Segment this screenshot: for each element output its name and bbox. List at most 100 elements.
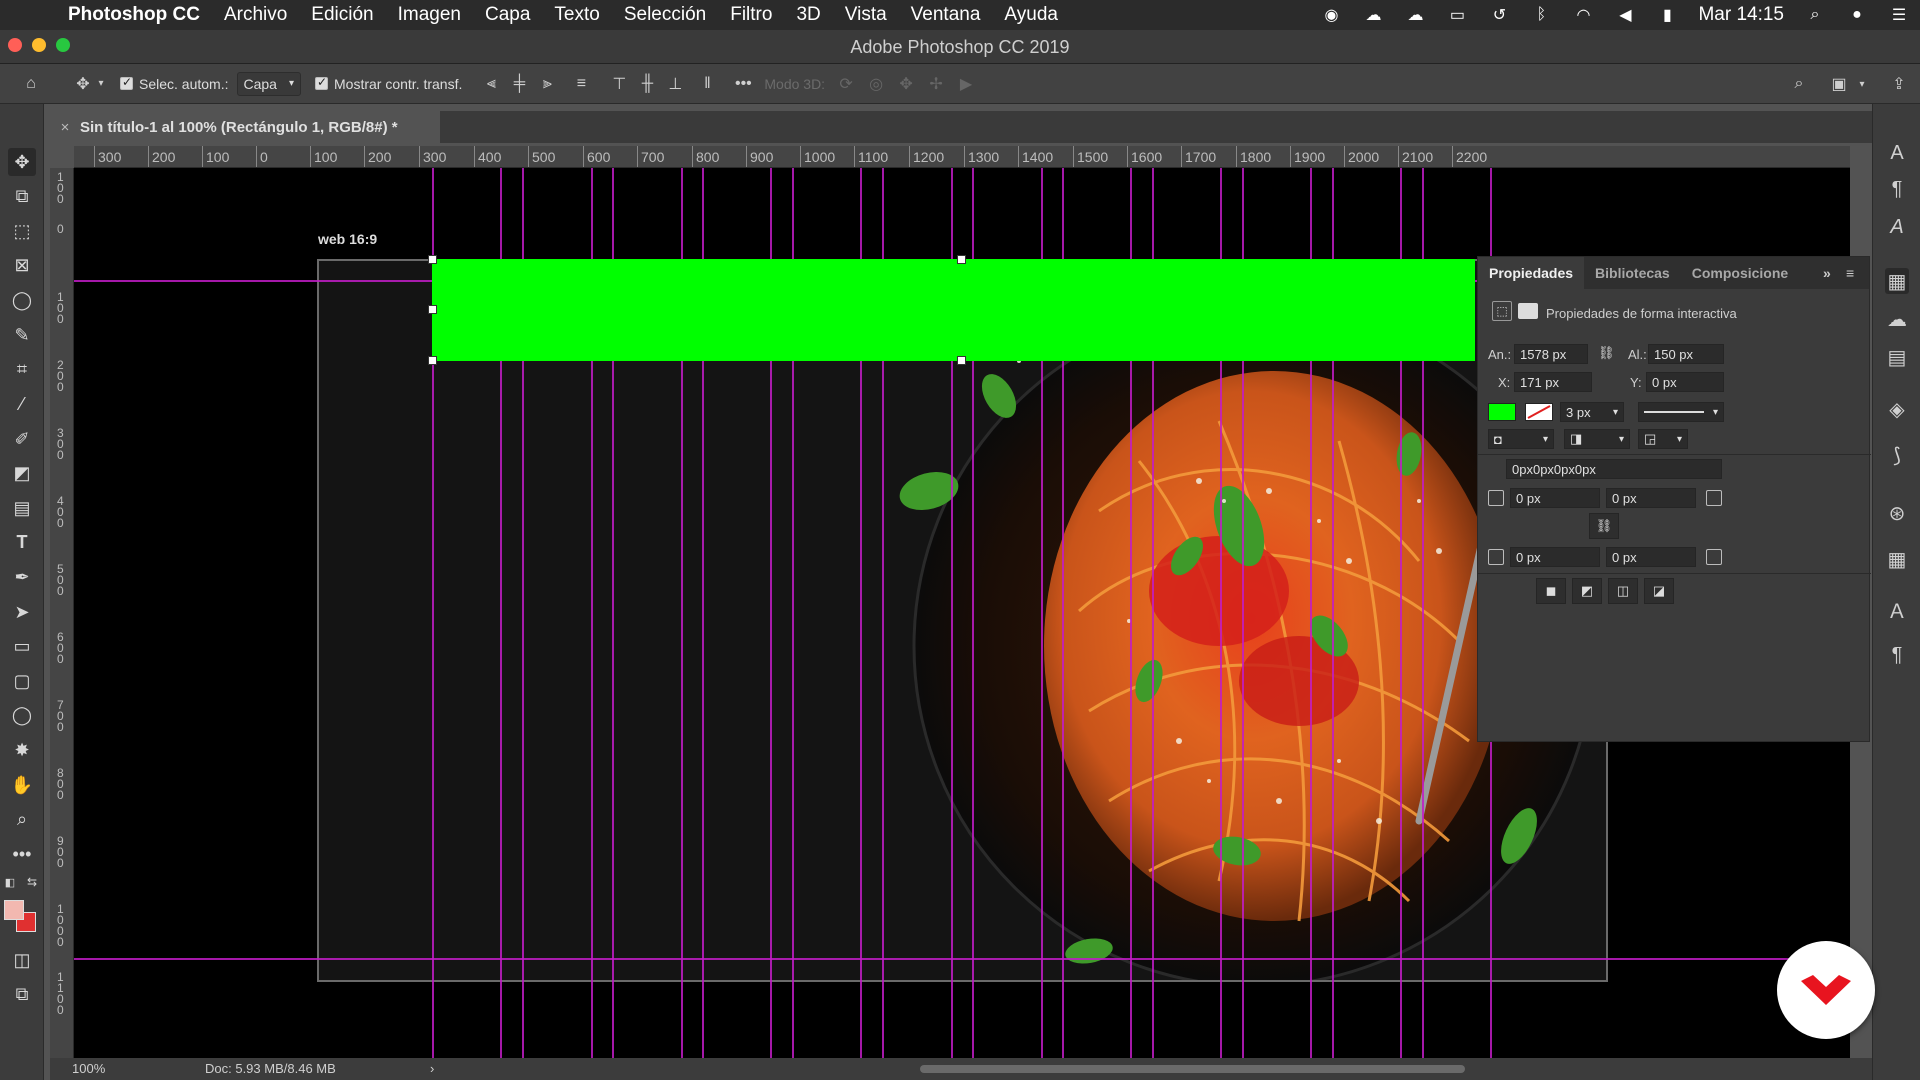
fill-color-swatch[interactable] (1488, 403, 1516, 421)
default-colors-icon[interactable]: ◧ (2, 874, 18, 890)
rectangle-tool-icon[interactable]: ▭ (8, 632, 36, 660)
link-icon[interactable]: ⛓ (1598, 345, 1615, 361)
chevron-down-icon[interactable]: ▾ (1856, 73, 1868, 95)
horizontal-guide[interactable] (74, 958, 1850, 960)
menu-ayuda[interactable]: Ayuda (992, 4, 1070, 26)
transform-handle[interactable] (428, 305, 437, 314)
corner-top-right-field[interactable]: 0 px (1606, 488, 1696, 508)
corner-radii-summary[interactable]: 0px0px0px0px (1506, 459, 1722, 479)
properties-panel-icon[interactable]: ▦ (1885, 268, 1909, 294)
layers-panel-icon[interactable]: ◈ (1885, 396, 1909, 422)
status-arrow-icon[interactable]: › (430, 1061, 434, 1076)
menubar-clock[interactable]: Mar 14:15 (1698, 4, 1784, 26)
zoom-level[interactable]: 100% (72, 1061, 105, 1076)
document-tab[interactable]: × Sin título-1 al 100% (Rectángulo 1, RG… (50, 111, 440, 143)
creative-cloud-icon[interactable]: ☁ (1362, 7, 1384, 24)
paragraph-panel-icon[interactable]: ¶ (1885, 176, 1909, 202)
close-tab-icon[interactable]: × (50, 119, 80, 136)
subtract-shapes-button[interactable]: ◩ (1572, 578, 1602, 604)
path-selection-tool-icon[interactable]: ➤ (8, 598, 36, 626)
grid-panel-icon[interactable]: ▦ (1885, 546, 1909, 572)
eraser-tool-icon[interactable]: ◩ (8, 459, 36, 487)
home-icon[interactable]: ⌂ (20, 73, 42, 95)
menu-seleccion[interactable]: Selección (612, 4, 718, 26)
move-tool-preset-icon[interactable]: ✥ (72, 73, 94, 95)
hand-tool-icon[interactable]: ✋ (8, 771, 36, 799)
character-styles-icon[interactable]: Ａ (1885, 596, 1909, 623)
corner-top-left-field[interactable]: 0 px (1510, 488, 1600, 508)
brush-tool-icon[interactable]: ✐ (8, 425, 36, 453)
tab-bibliotecas[interactable]: Bibliotecas (1584, 257, 1681, 289)
transform-handle[interactable] (957, 356, 966, 365)
selected-rectangle-shape[interactable] (432, 259, 1475, 361)
tab-propiedades[interactable]: Propiedades (1478, 257, 1585, 289)
align-bottom-icon[interactable]: ⊥ (664, 73, 686, 95)
link-corners-button[interactable]: ⛓ (1589, 513, 1619, 539)
rounded-rectangle-tool-icon[interactable]: ▢ (8, 667, 36, 695)
distribute-v-icon[interactable]: ‖ (696, 73, 718, 95)
align-right-icon[interactable]: ⫸ (536, 73, 558, 95)
corner-bottom-right-field[interactable]: 0 px (1606, 547, 1696, 567)
workspace-icon[interactable]: ▣ (1828, 73, 1850, 95)
screen-mode-icon[interactable]: ⧉ (8, 980, 36, 1008)
align-top-icon[interactable]: ⊤ (608, 73, 630, 95)
corner-bottom-left-field[interactable]: 0 px (1510, 547, 1600, 567)
align-left-icon[interactable]: ⫷ (480, 73, 502, 95)
auto-select-check[interactable] (120, 75, 133, 90)
gradient-tool-icon[interactable]: ▤ (8, 494, 36, 522)
comps-panel-icon[interactable]: ▤ (1885, 344, 1909, 370)
search-icon[interactable]: ⌕ (1788, 73, 1810, 95)
horizontal-ruler[interactable]: 0 300 200 1000 100 200 300 400 500 600 700 800 900 10… (74, 146, 1850, 168)
pen-tool-icon[interactable]: ✒ (8, 563, 36, 591)
more-tools-icon[interactable]: ••• (8, 840, 36, 868)
height-field[interactable]: 150 px (1648, 344, 1724, 364)
y-field[interactable]: 0 px (1646, 372, 1724, 392)
battery-icon[interactable]: ▮ (1656, 7, 1678, 24)
show-transform-checkbox[interactable]: Mostrar contr. transf. (315, 75, 462, 92)
stroke-color-swatch[interactable] (1525, 403, 1553, 421)
crop-tool-icon[interactable]: ⌗ (8, 355, 36, 383)
frame-tool-icon[interactable]: ⊠ (8, 251, 36, 279)
adjustments-panel-icon[interactable]: ⟆ (1885, 442, 1909, 468)
artboard-label[interactable]: web 16:9 (318, 231, 377, 247)
time-machine-icon[interactable]: ↺ (1488, 7, 1510, 24)
vertical-ruler[interactable]: 1 0 0 0 1 0 0 2 0 0 3 0 0 4 0 0 5 0 0 6 0 0 7 0 … (50, 168, 74, 1058)
glyphs-panel-icon[interactable]: A (1885, 214, 1909, 240)
collapse-panel-icon[interactable]: » (1823, 265, 1831, 281)
align-center-h-icon[interactable]: ╪ (508, 73, 530, 95)
lasso-tool-icon[interactable]: ◯ (8, 286, 36, 314)
panel-menu-icon[interactable]: ≡ (1846, 265, 1854, 281)
menu-app-name[interactable]: Photoshop CC (64, 4, 212, 26)
exclude-shapes-button[interactable]: ◪ (1644, 578, 1674, 604)
volume-icon[interactable]: ◀ (1614, 7, 1636, 24)
bluetooth-icon[interactable]: ᛒ (1530, 6, 1552, 23)
quick-mask-icon[interactable]: ◫ (8, 946, 36, 974)
menu-capa[interactable]: Capa (473, 4, 542, 26)
siri-icon[interactable]: ● (1846, 6, 1868, 23)
width-field[interactable]: 1578 px (1514, 344, 1588, 364)
distribute-icon[interactable]: ≡ (570, 73, 592, 95)
chevron-down-icon[interactable]: ▾ (94, 73, 108, 95)
menu-vista[interactable]: Vista (833, 4, 899, 26)
shape-properties-icon[interactable]: ⬚ (1492, 301, 1512, 321)
tab-composiciones[interactable]: Composicione (1681, 257, 1799, 289)
marquee-tool-icon[interactable]: ⬚ (8, 217, 36, 245)
doc-size[interactable]: Doc: 5.93 MB/8.46 MB (205, 1061, 336, 1076)
search-icon[interactable]: ⌕ (1804, 6, 1826, 23)
stroke-corners-dropdown[interactable]: ◲ ▾ (1638, 429, 1688, 449)
zoom-tool-icon[interactable]: ⌕ (8, 805, 36, 833)
stroke-width-dropdown[interactable]: 3 px ▾ (1560, 402, 1624, 422)
align-middle-v-icon[interactable]: ╫ (636, 73, 658, 95)
x-field[interactable]: 171 px (1514, 372, 1592, 392)
menu-archivo[interactable]: Archivo (212, 4, 299, 26)
cloud-icon[interactable]: ☁ (1404, 7, 1426, 24)
transform-handle[interactable] (957, 255, 966, 264)
auto-select-target-dropdown[interactable]: Capa ▾ (236, 71, 301, 96)
menu-3d[interactable]: 3D (784, 4, 832, 26)
menu-edicion[interactable]: Edición (299, 4, 385, 26)
horizontal-scrollbar[interactable] (920, 1065, 1465, 1073)
custom-shape-tool-icon[interactable]: ✸ (8, 736, 36, 764)
show-transform-check[interactable] (315, 75, 328, 90)
stroke-align-dropdown[interactable]: ◘ ▾ (1488, 429, 1554, 449)
move-tool-icon[interactable]: ✥ (8, 148, 36, 176)
